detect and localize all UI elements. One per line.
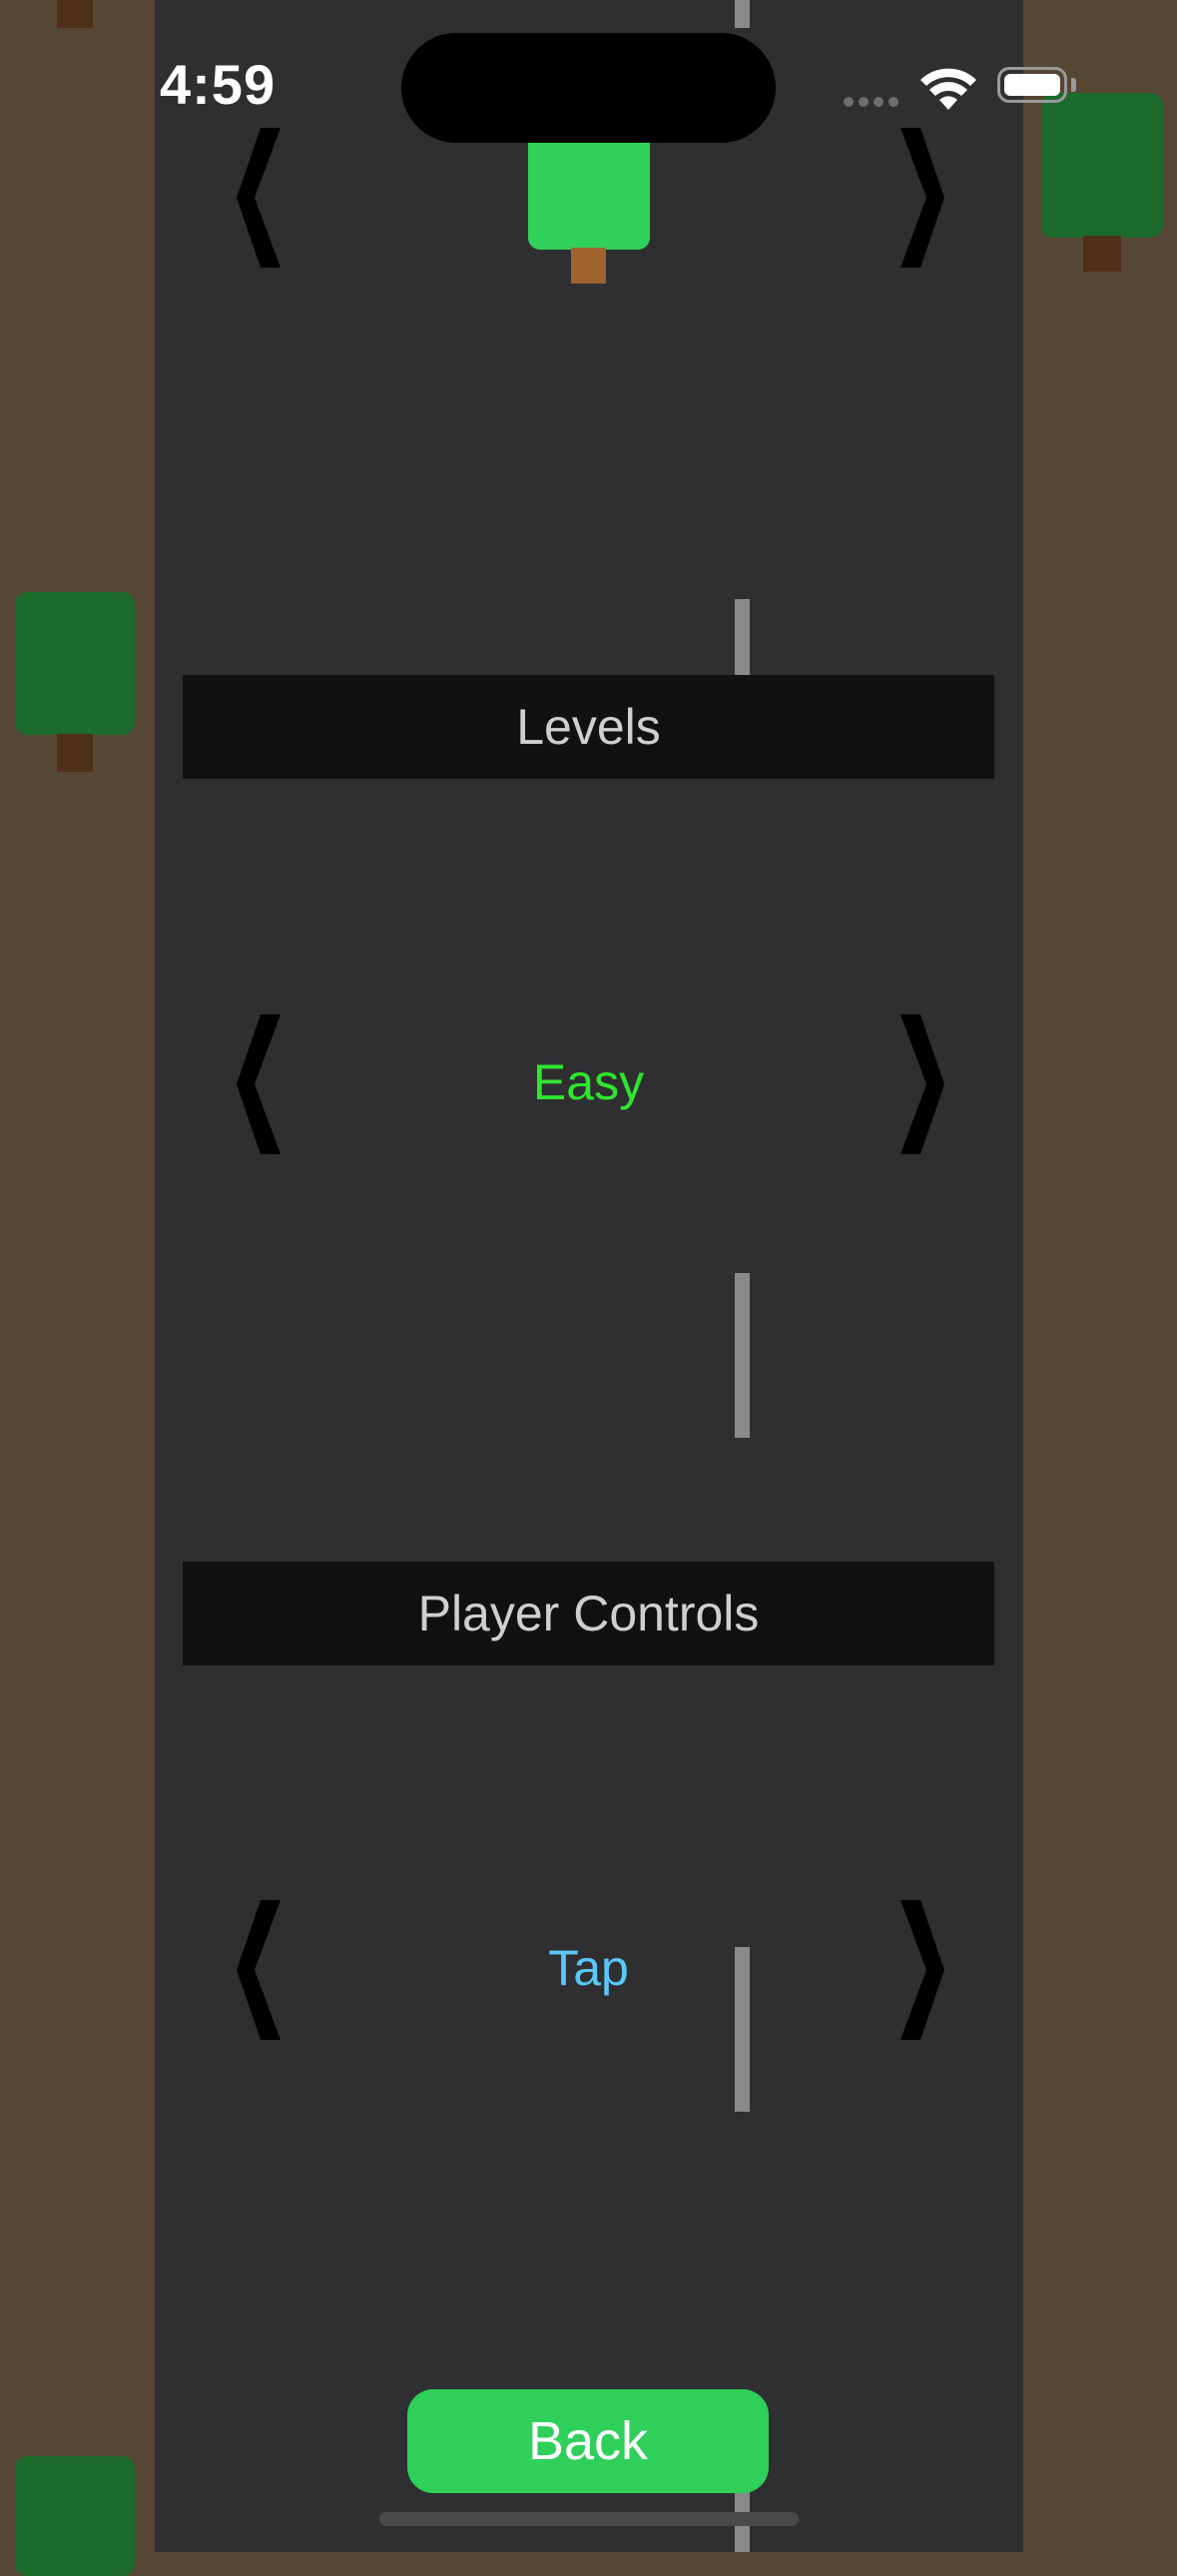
levels-prev-chevron-left-icon[interactable] xyxy=(237,1014,287,1154)
controls-next-chevron-right-icon[interactable] xyxy=(894,1900,944,2040)
player-car-exhaust xyxy=(571,248,606,284)
back-button-label: Back xyxy=(527,2411,649,2471)
lane-marking xyxy=(735,1273,750,1438)
home-indicator xyxy=(379,2512,799,2526)
status-time: 4:59 xyxy=(160,53,277,116)
back-button[interactable]: Back xyxy=(407,2389,769,2493)
player-controls-value: Tap xyxy=(548,1940,629,1996)
status-bar: 4:59 xyxy=(0,0,1177,170)
battery-icon xyxy=(997,67,1067,103)
levels-next-chevron-right-icon[interactable] xyxy=(894,1014,944,1154)
player-controls-header-label: Player Controls xyxy=(417,1586,760,1641)
dynamic-island xyxy=(401,33,776,143)
road xyxy=(155,0,1023,2552)
wifi-icon xyxy=(920,68,976,110)
battery-cap xyxy=(1071,78,1076,92)
top-prev-chevron-left-icon[interactable] xyxy=(237,128,287,268)
player-controls-header: Player Controls xyxy=(183,1562,994,1665)
levels-header: Levels xyxy=(183,675,994,779)
controls-prev-chevron-left-icon[interactable] xyxy=(237,1900,287,2040)
levels-header-label: Levels xyxy=(516,699,661,755)
top-next-chevron-right-icon[interactable] xyxy=(894,128,944,268)
levels-value: Easy xyxy=(532,1054,645,1110)
signal-dots-icon xyxy=(844,94,903,112)
